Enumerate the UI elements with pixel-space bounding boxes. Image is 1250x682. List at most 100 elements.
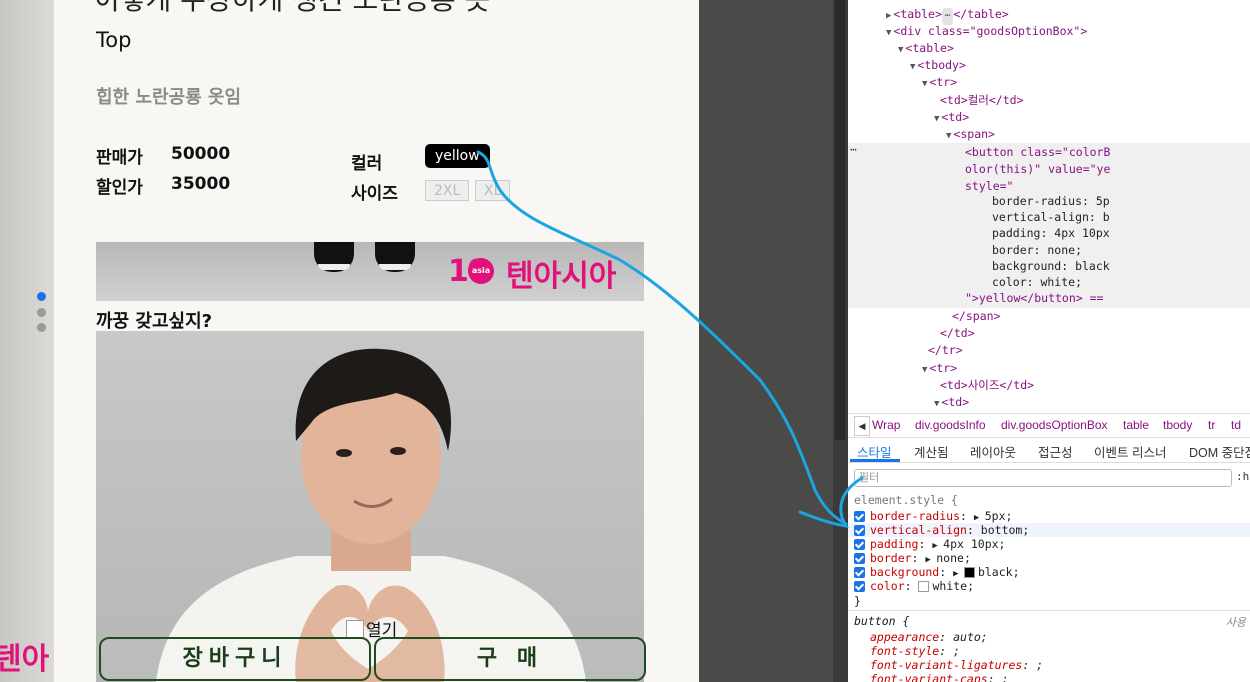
property-checkbox[interactable]: [854, 511, 865, 522]
add-to-cart-button[interactable]: 장바구니: [99, 637, 371, 681]
property-value[interactable]: bottom;: [981, 523, 1029, 537]
ua-style-row: appearance: auto;: [870, 630, 988, 644]
breadcrumb-item[interactable]: tbody: [1163, 418, 1192, 432]
slide-dot-1[interactable]: [37, 292, 46, 301]
expand-shorthand-icon[interactable]: ▶: [953, 569, 964, 579]
property-name[interactable]: vertical-align: [870, 523, 967, 537]
breadcrumb-item[interactable]: tr: [1208, 418, 1215, 432]
collapse-triangle-icon[interactable]: ▼: [934, 114, 939, 124]
dom-node-line[interactable]: border-radius: 5p: [992, 193, 1110, 210]
tab-accessibility[interactable]: 접근성: [1038, 442, 1073, 461]
dom-node-close-tag: </table>: [953, 7, 1009, 21]
dom-node-line[interactable]: ▼ <tr>: [922, 74, 957, 93]
expand-shorthand-icon[interactable]: ▶: [974, 513, 985, 523]
expand-shorthand-icon[interactable]: ▶: [925, 555, 936, 565]
web-page: 텐아 이렇게 수상하게 생긴 노란공룡 옷 Top 힙한 노란공룡 옷임 판매가…: [0, 0, 700, 682]
property-colon: :: [987, 672, 1002, 682]
style-property-row[interactable]: color: white;: [854, 579, 974, 593]
property-checkbox[interactable]: [854, 581, 865, 592]
dom-node-line[interactable]: olor(this)" value="ye: [965, 161, 1110, 178]
dom-node-line[interactable]: color: white;: [992, 274, 1082, 291]
tab-layout[interactable]: 레이아웃: [970, 442, 1016, 461]
property-value[interactable]: 5px;: [985, 509, 1013, 523]
hover-state-toggle[interactable]: :h: [1236, 470, 1249, 483]
dom-node-line[interactable]: <td>컬러</td>: [940, 92, 1023, 109]
property-checkbox[interactable]: [854, 553, 865, 564]
property-checkbox[interactable]: [854, 525, 865, 536]
property-checkbox[interactable]: [854, 539, 865, 550]
property-value[interactable]: black;: [978, 565, 1020, 579]
collapse-triangle-icon[interactable]: ▼: [934, 399, 939, 409]
dom-node-text: <td>: [941, 395, 970, 409]
color-swatch-icon[interactable]: [963, 567, 975, 578]
dom-node-text: color: white;: [992, 275, 1083, 289]
property-value: ;: [1036, 658, 1044, 672]
breadcrumb-scroll-left-icon[interactable]: ◀: [854, 416, 870, 436]
slide-dot-3[interactable]: [37, 323, 46, 332]
style-property-row[interactable]: vertical-align: bottom;: [854, 523, 1029, 537]
property-value: auto;: [953, 630, 988, 644]
property-checkbox[interactable]: [854, 567, 865, 578]
tab-dom-breakpoints[interactable]: DOM 중단점: [1189, 442, 1250, 461]
page-scrollbar[interactable]: [833, 0, 848, 682]
breadcrumb-item[interactable]: td: [1231, 418, 1241, 432]
property-name[interactable]: border: [870, 551, 912, 565]
dom-node-line[interactable]: ">yellow</button> ==: [965, 290, 1103, 307]
dom-node-text: <div class="goodsOptionBox">: [893, 24, 1088, 38]
property-name[interactable]: color: [870, 579, 905, 593]
dom-node-line[interactable]: padding: 4px 10px: [992, 225, 1110, 242]
size-option-2xl-button[interactable]: 2XL: [425, 180, 470, 201]
scrollbar-thumb[interactable]: [835, 0, 845, 440]
color-swatch-icon[interactable]: [918, 581, 930, 592]
property-name[interactable]: background: [870, 565, 939, 579]
collapse-triangle-icon[interactable]: ▼: [922, 79, 927, 89]
dom-node-line[interactable]: background: black: [992, 258, 1110, 275]
dom-node-line[interactable]: vertical-align: b: [992, 209, 1110, 226]
property-colon: :: [904, 579, 919, 593]
property-value[interactable]: none;: [936, 551, 971, 565]
node-actions-icon[interactable]: ⋯: [850, 143, 857, 156]
property-name[interactable]: padding: [870, 537, 918, 551]
dom-node-line[interactable]: </td>: [940, 325, 975, 342]
collapse-triangle-icon[interactable]: ▼: [898, 45, 903, 55]
breadcrumb-item[interactable]: table: [1123, 418, 1149, 432]
collapse-triangle-icon[interactable]: ▼: [910, 62, 915, 72]
dom-breadcrumb: ◀ Wrap div.goodsInfo div.goodsOptionBox …: [848, 413, 1250, 438]
slide-dot-2[interactable]: [37, 308, 46, 317]
dom-node-text: padding: 4px 10px: [992, 226, 1110, 240]
dom-node-text: <table>: [905, 41, 954, 55]
expand-triangle-icon[interactable]: ▶: [886, 11, 891, 21]
property-name: font-variant-caps: [870, 672, 988, 682]
size-option-xl-button[interactable]: XL: [475, 180, 511, 201]
dom-node-line[interactable]: <td>사이즈</td>: [940, 377, 1034, 394]
breadcrumb-item[interactable]: div.goodsInfo: [915, 418, 986, 432]
property-name[interactable]: border-radius: [870, 509, 960, 523]
dom-node-text: olor(this)" value="ye: [965, 162, 1111, 176]
user-agent-label: 사용: [1225, 616, 1246, 629]
rule-divider: [848, 610, 1250, 611]
tab-event-listeners[interactable]: 이벤트 리스너: [1094, 442, 1166, 461]
dom-node-line[interactable]: </span>: [952, 308, 1000, 325]
property-value[interactable]: 4px 10px;: [943, 537, 1005, 551]
buy-button[interactable]: 구 매: [374, 637, 646, 681]
dom-node-line[interactable]: </tr>: [928, 342, 963, 359]
breadcrumb-item[interactable]: div.goodsOptionBox: [1001, 418, 1108, 432]
color-option-yellow-button[interactable]: yellow: [425, 144, 490, 168]
window-gap: [699, 0, 833, 682]
collapse-triangle-icon[interactable]: ▼: [886, 28, 891, 38]
tenasia-logo: 10 asia: [448, 254, 496, 289]
dom-node-line[interactable]: <button class="colorB: [965, 144, 1110, 161]
collapse-triangle-icon[interactable]: ▼: [922, 365, 927, 375]
dom-node-line[interactable]: ▼ <span>: [946, 126, 995, 145]
styles-filter-input[interactable]: 필터: [854, 469, 1232, 487]
tab-computed[interactable]: 계산됨: [914, 442, 949, 461]
expand-shorthand-icon[interactable]: ▶: [932, 541, 943, 551]
breadcrumb-item[interactable]: Wrap: [872, 418, 900, 432]
property-colon: :: [960, 509, 974, 523]
property-value[interactable]: white;: [932, 579, 974, 593]
dom-node-line[interactable]: border: none;: [992, 242, 1082, 259]
previous-slide-strip: 텐아: [0, 0, 54, 682]
collapse-triangle-icon[interactable]: ▼: [946, 131, 951, 141]
ua-style-row: font-variant-caps: ;: [870, 672, 1009, 682]
dom-node-line[interactable]: ▼ <td>: [934, 394, 969, 410]
